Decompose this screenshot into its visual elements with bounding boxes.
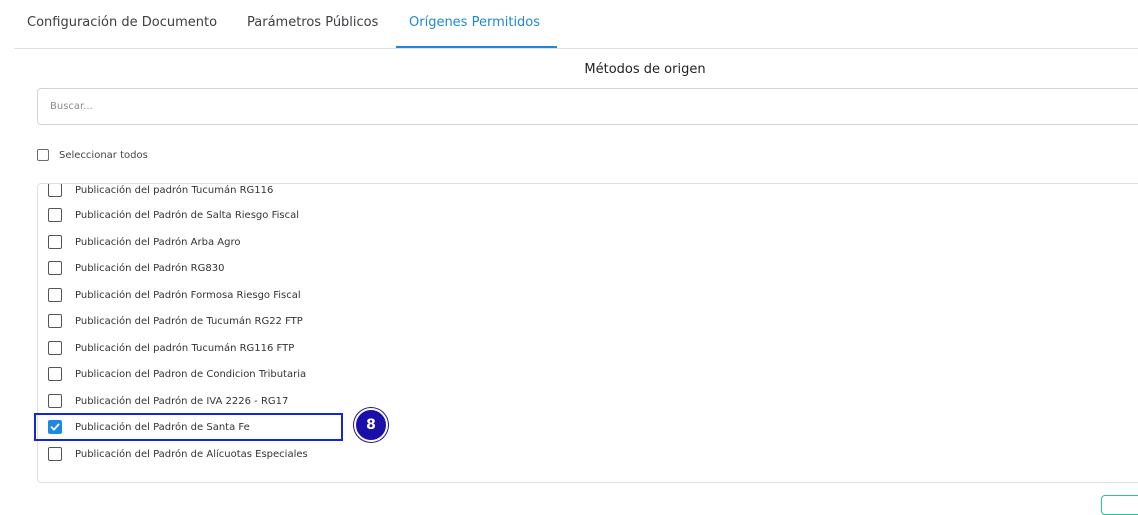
tab-configuracion-documento[interactable]: Configuración de Documento [27,0,217,47]
item-label: Publicación del Padrón de IVA 2226 - RG1… [75,395,289,407]
item-label: Publicación del Padrón RG830 [75,262,225,274]
list-item[interactable]: Publicación del Padrón de Salta Riesgo F… [48,207,299,223]
select-all-checkbox[interactable] [37,149,49,161]
item-label: Publicación del Padrón Arba Agro [75,236,241,248]
item-label: Publicación del Padrón de Salta Riesgo F… [75,209,299,221]
search-box [37,88,1138,125]
item-checkbox[interactable] [48,261,62,275]
item-checkbox[interactable] [48,447,62,461]
item-checkbox[interactable] [48,394,62,408]
section-title: Métodos de origen [584,62,706,77]
list-item[interactable]: Publicación del Padrón de IVA 2226 - RG1… [48,393,288,409]
list-item[interactable]: Publicación del Padrón Arba Agro [48,234,240,250]
list-item[interactable]: Publicación del Padrón de Alícuotas Espe… [48,446,308,462]
active-tab-indicator [396,46,557,48]
item-checkbox[interactable] [48,288,62,302]
step-number-badge: 8 [354,408,388,442]
select-all-row[interactable]: Seleccionar todos [37,148,148,162]
item-label: Publicación del padrón Tucumán RG116 [75,184,274,196]
search-input[interactable] [38,89,1138,124]
list-item[interactable]: Publicacion del Padron de Condicion Trib… [48,366,306,382]
item-label: Publicación del Padrón de Tucumán RG22 F… [75,315,303,327]
item-checkbox[interactable] [48,184,62,197]
list-item[interactable]: Publicación del Padrón de Tucumán RG22 F… [48,313,303,329]
item-checkbox[interactable] [48,314,62,328]
list-item[interactable]: Publicación del padrón Tucumán RG116 FTP [48,340,294,356]
item-checkbox[interactable] [48,367,62,381]
tab-parametros-publicos[interactable]: Parámetros Públicos [247,0,378,47]
item-checkbox[interactable] [48,208,62,222]
tab-bar: Configuración de Documento Parámetros Pú… [14,0,1138,49]
selection-highlight-box [34,413,343,441]
item-checkbox[interactable] [48,235,62,249]
tab-origenes-permitidos[interactable]: Orígenes Permitidos [409,0,540,47]
item-checkbox[interactable] [48,341,62,355]
select-all-label: Seleccionar todos [59,149,148,161]
item-label: Publicación del Padrón de Alícuotas Espe… [75,448,308,460]
action-button[interactable] [1101,495,1138,515]
list-item[interactable]: Publicación del Padrón RG830 [48,260,224,276]
item-label: Publicación del padrón Tucumán RG116 FTP [75,342,295,354]
item-label: Publicacion del Padron de Condicion Trib… [75,368,307,380]
item-label: Publicación del Padrón Formosa Riesgo Fi… [75,289,301,301]
list-item[interactable]: Publicación del padrón Tucumán RG116 [48,184,274,198]
list-item[interactable]: Publicación del Padrón Formosa Riesgo Fi… [48,287,301,303]
